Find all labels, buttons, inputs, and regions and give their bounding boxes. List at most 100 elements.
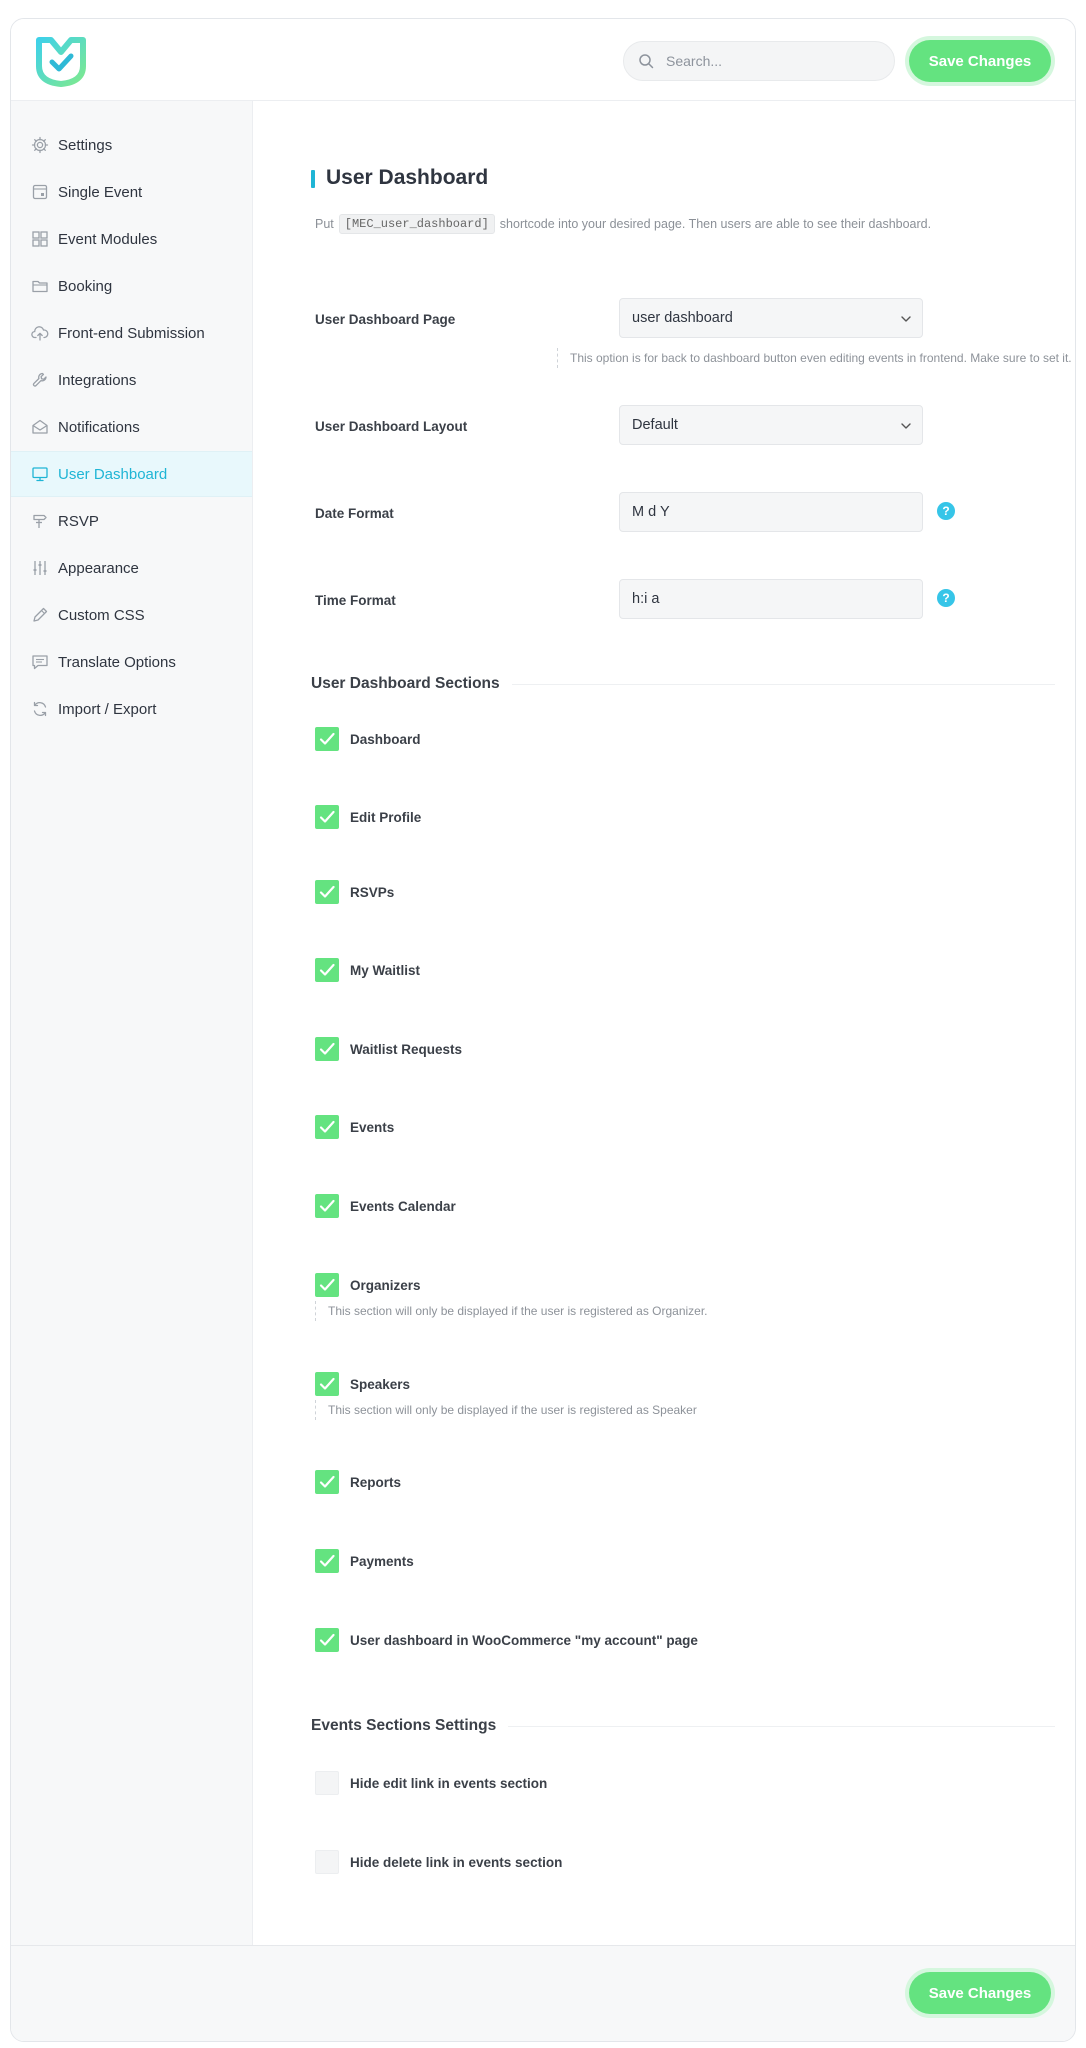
checkbox-checked[interactable] <box>315 1194 339 1218</box>
footer-bar: Save Changes <box>11 1945 1075 2041</box>
sidebar-item-label: Notifications <box>58 418 140 436</box>
checkbox-checked[interactable] <box>315 1628 339 1652</box>
shortcode: [MEC_user_dashboard] <box>338 214 495 234</box>
section-checkbox-waitlist-requests[interactable]: Waitlist Requests <box>315 1037 462 1061</box>
dashboard-layout-label: User Dashboard Layout <box>315 419 468 434</box>
checkmark-icon <box>319 1554 335 1567</box>
page-title: User Dashboard <box>311 166 488 190</box>
folder-icon <box>32 280 48 293</box>
checkmark-icon <box>319 963 335 976</box>
signpost-icon <box>33 514 47 528</box>
section-title: User Dashboard Sections <box>311 675 500 692</box>
checkbox-label: Speakers <box>350 1376 411 1392</box>
sidebar-item-label: Booking <box>58 277 113 295</box>
sidebar-item-front-end-submission[interactable]: Front-end Submission <box>11 310 252 356</box>
events-checkbox-hide-delete-link[interactable]: Hide delete link in events section <box>315 1850 562 1874</box>
sidebar-item-import-export[interactable]: Import / Export <box>11 686 252 732</box>
checkbox-label: Organizers <box>350 1277 421 1293</box>
section-checkbox-events-calendar[interactable]: Events Calendar <box>315 1194 456 1218</box>
sidebar-item-user-dashboard[interactable]: User Dashboard <box>11 451 252 497</box>
sidebar-item-label: Settings <box>58 136 113 154</box>
sidebar: Settings Single Event Event Modules Book… <box>11 101 253 1945</box>
main-content: User Dashboard Put [MEC_user_dashboard] … <box>253 101 1075 1945</box>
search-input[interactable] <box>666 53 886 69</box>
checkbox-checked[interactable] <box>315 958 339 982</box>
save-changes-button-top[interactable]: Save Changes <box>909 40 1051 82</box>
section-checkbox-reports[interactable]: Reports <box>315 1470 401 1494</box>
intro-after: shortcode into your desired page. Then u… <box>499 217 932 231</box>
time-format-help-icon[interactable]: ? <box>937 589 955 607</box>
checkbox-label: Edit Profile <box>350 809 422 825</box>
intro-text: Put [MEC_user_dashboard] shortcode into … <box>315 214 931 234</box>
checkbox-label: Events Calendar <box>350 1198 456 1214</box>
checkmark-icon <box>319 732 335 745</box>
checkbox-checked[interactable] <box>315 1372 339 1396</box>
checkbox-checked[interactable] <box>315 1549 339 1573</box>
sidebar-item-label: Translate Options <box>58 653 176 671</box>
checkmark-icon <box>319 1475 335 1488</box>
dashboard-layout-select[interactable]: Default <box>619 405 923 445</box>
checkbox-label: RSVPs <box>350 884 395 900</box>
mec-logo-icon[interactable] <box>33 32 89 88</box>
checkbox-checked[interactable] <box>315 1273 339 1297</box>
checkmark-icon <box>319 1199 335 1212</box>
section-title: Events Sections Settings <box>311 1717 497 1734</box>
sidebar-item-translate-options[interactable]: Translate Options <box>11 639 252 685</box>
sidebar-item-integrations[interactable]: Integrations <box>11 357 252 403</box>
sidebar-item-appearance[interactable]: Appearance <box>11 545 252 591</box>
gear-icon <box>31 136 49 154</box>
checkmark-icon <box>319 1120 335 1133</box>
sidebar-item-single-event[interactable]: Single Event <box>11 169 252 215</box>
checkmark-icon <box>319 1377 335 1390</box>
checkbox-checked[interactable] <box>315 727 339 751</box>
search-box[interactable] <box>623 41 895 81</box>
date-format-value: M d Y <box>632 504 670 520</box>
sliders-icon <box>33 561 47 575</box>
checkbox-unchecked[interactable] <box>315 1850 339 1874</box>
events-checkbox-hide-edit-link[interactable]: Hide edit link in events section <box>315 1771 547 1795</box>
section-checkbox-speakers[interactable]: Speakers <box>315 1372 410 1396</box>
settings-window: Save Changes Settings Single Event Event… <box>10 18 1076 2042</box>
section-checkbox-rsvps[interactable]: RSVPs <box>315 880 394 904</box>
time-format-input[interactable]: h:i a <box>619 579 923 619</box>
sidebar-item-notifications[interactable]: Notifications <box>11 404 252 450</box>
sidebar-item-label: User Dashboard <box>58 465 168 483</box>
checkmark-icon <box>319 810 335 823</box>
section-checkbox-my-waitlist[interactable]: My Waitlist <box>315 958 420 982</box>
checkbox-label: Payments <box>350 1553 414 1569</box>
checkbox-checked[interactable] <box>315 805 339 829</box>
dashboard-page-select[interactable]: user dashboard <box>619 298 923 338</box>
section-checkbox-edit-profile[interactable]: Edit Profile <box>315 805 421 829</box>
checkmark-icon <box>319 1278 335 1291</box>
checkbox-checked[interactable] <box>315 1470 339 1494</box>
section-checkbox-payments[interactable]: Payments <box>315 1549 414 1573</box>
section-checkbox-events[interactable]: Events <box>315 1115 394 1139</box>
checkbox-checked[interactable] <box>315 1037 339 1061</box>
section-divider <box>508 1725 1055 1727</box>
pencil-icon <box>33 607 48 622</box>
sidebar-item-label: Front-end Submission <box>58 324 205 342</box>
save-changes-button-bottom[interactable]: Save Changes <box>909 1972 1051 2014</box>
sidebar-item-booking[interactable]: Booking <box>11 263 252 309</box>
date-format-input[interactable]: M d Y <box>619 492 923 532</box>
checkbox-unchecked[interactable] <box>315 1771 339 1795</box>
sidebar-item-label: Integrations <box>58 371 137 389</box>
checkbox-checked[interactable] <box>315 880 339 904</box>
section-checkbox-dashboard[interactable]: Dashboard <box>315 727 421 751</box>
refresh-icon <box>33 701 47 717</box>
checkmark-icon <box>319 1042 335 1055</box>
sidebar-item-custom-css[interactable]: Custom CSS <box>11 592 252 638</box>
events-settings-heading: Events Sections Settings <box>311 1717 1055 1735</box>
sidebar-item-label: Import / Export <box>58 700 157 718</box>
section-checkbox-organizers[interactable]: Organizers <box>315 1273 421 1297</box>
time-format-value: h:i a <box>632 591 660 607</box>
intro-before: Put <box>315 217 334 231</box>
sidebar-item-rsvp[interactable]: RSVP <box>11 498 252 544</box>
wrench-icon <box>32 372 47 387</box>
sidebar-item-event-modules[interactable]: Event Modules <box>11 216 252 262</box>
date-format-help-icon[interactable]: ? <box>937 502 955 520</box>
sidebar-item-label: Event Modules <box>58 230 158 248</box>
section-checkbox-woocommerce-account[interactable]: User dashboard in WooCommerce "my accoun… <box>315 1628 698 1652</box>
sidebar-item-settings[interactable]: Settings <box>11 122 252 168</box>
checkbox-checked[interactable] <box>315 1115 339 1139</box>
